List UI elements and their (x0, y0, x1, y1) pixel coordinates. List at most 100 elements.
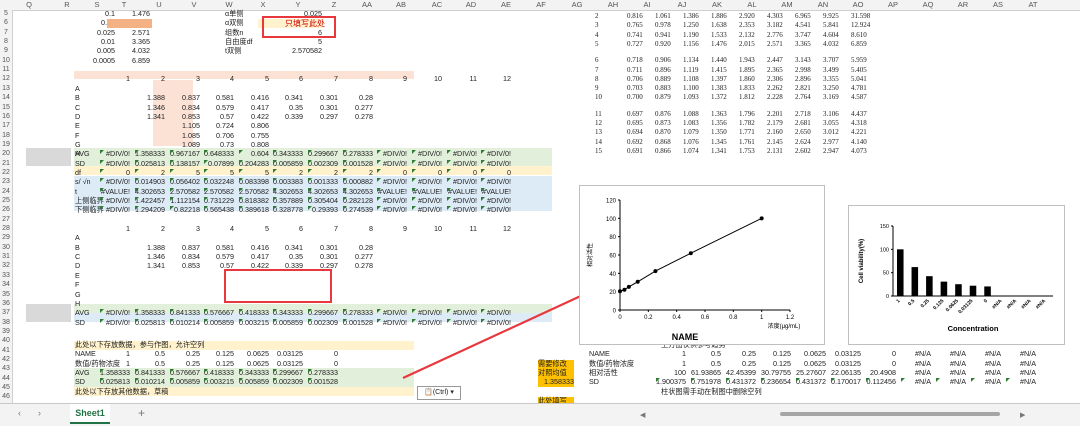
column-header[interactable]: Q (22, 0, 36, 9)
row-header[interactable]: 22 (0, 169, 12, 178)
row-header[interactable]: 46 (0, 393, 12, 402)
column-header[interactable]: AE (499, 0, 513, 9)
row-header[interactable]: 29 (0, 234, 12, 243)
data-cell[interactable]: 0.806 (237, 121, 269, 131)
row-header[interactable]: 35 (0, 291, 12, 300)
column-header[interactable]: T (117, 0, 131, 9)
column-header[interactable]: AP (886, 0, 900, 9)
data-cell[interactable]: 0.837 (168, 93, 200, 103)
next-sheet-icon[interactable]: › (38, 408, 41, 418)
paste-options-button[interactable]: 📋(Ctrl) ▾ (417, 386, 461, 400)
data-cell[interactable]: 1.341 (133, 112, 165, 122)
column-header[interactable]: AR (956, 0, 970, 9)
row-header[interactable]: 13 (0, 85, 12, 94)
column-header[interactable]: AC (430, 0, 444, 9)
data-cell[interactable]: 1.388 (133, 93, 165, 103)
data-cell[interactable]: 0.581 (202, 93, 234, 103)
row-header[interactable]: 20 (0, 150, 12, 159)
column-header[interactable]: R (60, 0, 74, 9)
row-header[interactable]: 27 (0, 216, 12, 225)
row-header[interactable]: 10 (0, 57, 12, 66)
column-header[interactable]: AG (570, 0, 584, 9)
data-cell[interactable]: 0.853 (168, 262, 200, 271)
row-header[interactable]: 15 (0, 104, 12, 113)
row-header[interactable]: 14 (0, 94, 12, 103)
data-cell[interactable]: 0.301 (306, 93, 338, 103)
column-header[interactable]: AT (1026, 0, 1040, 9)
row-header[interactable]: 30 (0, 244, 12, 253)
row-header[interactable]: 8 (0, 38, 12, 47)
row-header[interactable]: 44 (0, 375, 12, 384)
row-header[interactable]: 18 (0, 132, 12, 141)
row-header[interactable]: 6 (0, 19, 12, 28)
row-header[interactable]: 41 (0, 347, 12, 356)
data-cell[interactable]: 1.341 (133, 262, 165, 271)
column-header[interactable]: AN (816, 0, 830, 9)
row-header[interactable]: 39 (0, 328, 12, 337)
row-header[interactable]: 17 (0, 122, 12, 131)
column-header[interactable]: X (256, 0, 270, 9)
row-header[interactable]: 21 (0, 160, 12, 169)
column-header[interactable]: AQ (921, 0, 935, 9)
column-header[interactable]: W (222, 0, 236, 9)
row-header[interactable]: 23 (0, 178, 12, 187)
column-header[interactable]: AK (710, 0, 724, 9)
row-header[interactable]: 9 (0, 47, 12, 56)
row-header[interactable]: 31 (0, 253, 12, 262)
data-cell[interactable]: 0.297 (306, 112, 338, 122)
row-header[interactable]: 5 (0, 10, 12, 19)
sheet-tab[interactable]: Sheet1 (70, 404, 110, 424)
data-cell[interactable]: 0.724 (202, 121, 234, 131)
row-header[interactable]: 43 (0, 365, 12, 374)
column-header[interactable]: AD (464, 0, 478, 9)
row-header[interactable]: 38 (0, 319, 12, 328)
data-cell[interactable]: 0.28 (341, 93, 373, 103)
row-header[interactable]: 19 (0, 141, 12, 150)
row-header[interactable]: 40 (0, 337, 12, 346)
column-header[interactable]: AH (606, 0, 620, 9)
column-header[interactable]: AB (394, 0, 408, 9)
row-header[interactable]: 33 (0, 272, 12, 281)
data-cell[interactable]: 0.341 (271, 93, 303, 103)
data-cell[interactable]: 0.416 (237, 93, 269, 103)
column-header[interactable]: V (187, 0, 201, 9)
column-header[interactable]: AJ (675, 0, 689, 9)
column-header[interactable]: S (90, 0, 104, 9)
data-cell[interactable]: 0.278 (341, 112, 373, 122)
column-header[interactable]: Y (291, 0, 305, 9)
row-header[interactable]: 34 (0, 281, 12, 290)
column-header[interactable]: AL (745, 0, 759, 9)
scroll-right-icon[interactable]: ▶ (1020, 411, 1026, 419)
data-cell[interactable]: 0.339 (271, 112, 303, 122)
column-header[interactable]: Z (327, 0, 341, 9)
column-header[interactable]: AI (640, 0, 654, 9)
column-header[interactable]: AM (780, 0, 794, 9)
data-cell[interactable]: 0.278 (341, 262, 373, 271)
data-cell[interactable]: 1.105 (168, 121, 200, 131)
row-header[interactable]: 45 (0, 384, 12, 393)
worksheet-grid[interactable]: 0.11.4760.052.0150.0252.5710.013.3650.00… (13, 9, 1080, 406)
column-header[interactable]: AA (360, 0, 374, 9)
row-header[interactable]: 25 (0, 197, 12, 206)
bar-chart[interactable]: 0 50 100 150 1 0.5 0.25 0.125 0.0625 0.03125 0 #N/A… (848, 205, 1065, 345)
prev-sheet-icon[interactable]: ‹ (18, 408, 21, 418)
add-sheet-button[interactable]: + (138, 406, 145, 420)
horizontal-scrollbar[interactable]: ◀ ▶ (640, 410, 1030, 419)
row-header[interactable]: 12 (0, 75, 12, 84)
row-header[interactable]: 42 (0, 356, 12, 365)
scroll-left-icon[interactable]: ◀ (640, 411, 646, 419)
row-header[interactable]: 32 (0, 262, 12, 271)
column-header[interactable]: AS (991, 0, 1005, 9)
row-header[interactable]: 24 (0, 188, 12, 197)
column-header[interactable]: U (152, 0, 166, 9)
row-header[interactable]: 11 (0, 66, 12, 75)
row-header[interactable]: 16 (0, 113, 12, 122)
line-chart[interactable]: 0 20 40 60 80 100 120 0 0.2 0.4 0.6 0.8 1 1.2 相对活性 浓度(μ… (579, 185, 825, 345)
row-header[interactable]: 37 (0, 309, 12, 318)
row-header[interactable]: 7 (0, 29, 12, 38)
column-header[interactable]: AF (534, 0, 548, 9)
column-header[interactable]: AO (851, 0, 865, 9)
row-header[interactable]: 28 (0, 225, 12, 234)
row-header[interactable]: 26 (0, 206, 12, 215)
row-header[interactable]: 36 (0, 300, 12, 309)
